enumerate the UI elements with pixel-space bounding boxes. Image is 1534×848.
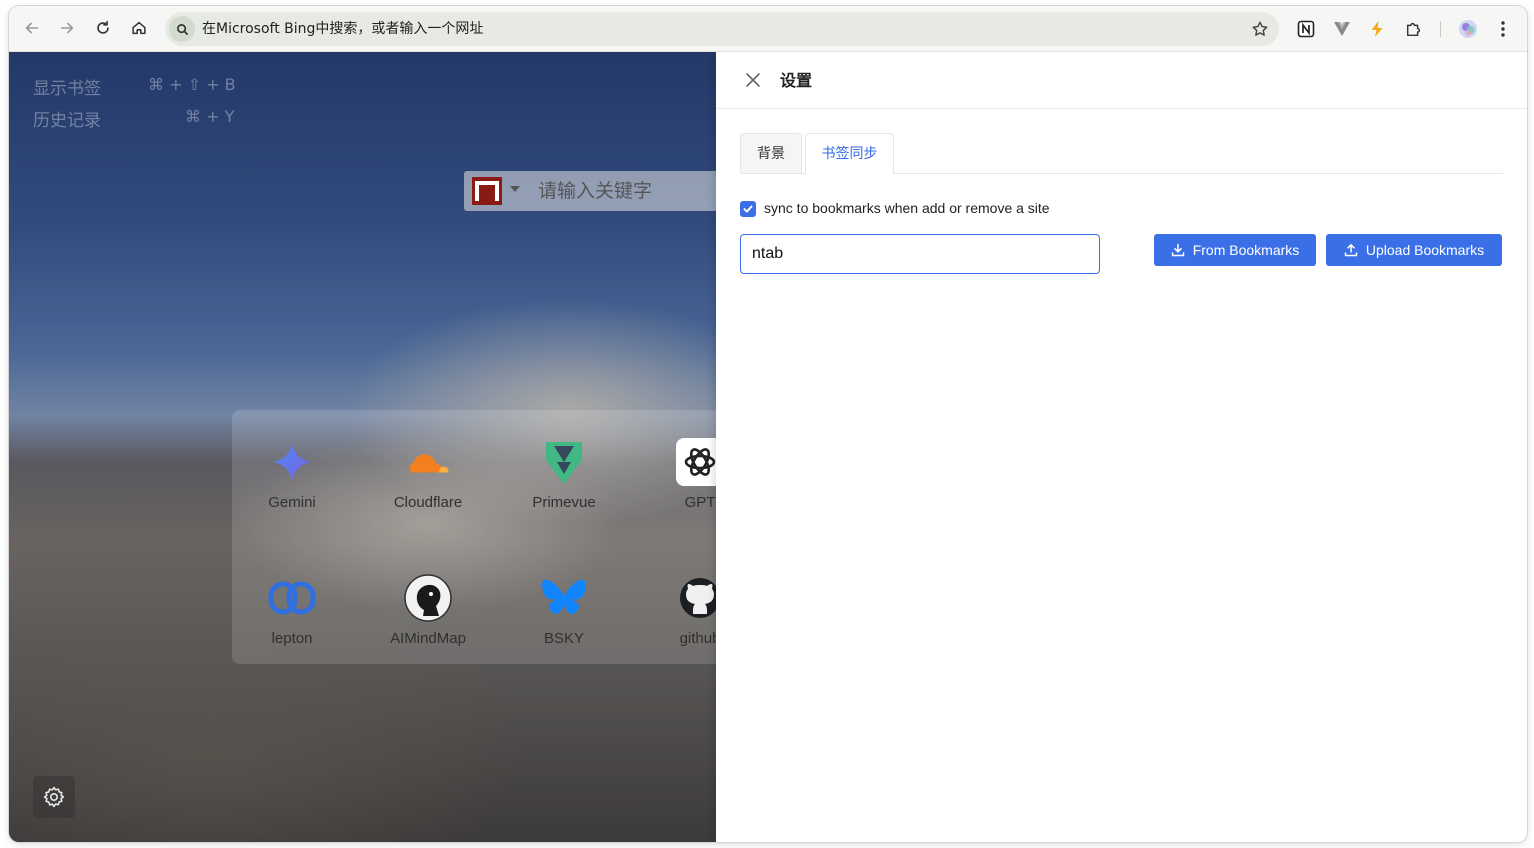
forward-icon[interactable] [54,15,80,41]
aimindmap-icon [404,574,452,622]
upload-icon [1344,243,1358,257]
site-tile-aimindmap[interactable]: AIMindMap [368,546,488,656]
shortcut-history[interactable]: 历史记录 [33,106,101,131]
site-grid: Gemini Cloudflare Primevue GPT lepton AI… [232,410,732,664]
browser-window: 在Microsoft Bing中搜索，或者输入一个网址 显示书签 ⌘ + ⇧ + [9,6,1527,842]
notion-extension-icon[interactable] [1295,18,1317,40]
site-label: AIMindMap [390,630,466,647]
newtab-search-box[interactable]: 请输入关键字 [464,171,724,211]
site-label: BSKY [543,630,585,647]
close-icon[interactable] [744,71,762,89]
site-tile-cloudflare[interactable]: Cloudflare [368,410,488,520]
site-tile-bsky[interactable]: BSKY [504,546,624,656]
download-icon [1171,243,1185,257]
tab-background[interactable]: 背景 [740,133,802,174]
settings-drawer: 设置 背景 书签同步 sync to bookmarks when add or… [716,52,1527,842]
site-tile-gemini[interactable]: Gemini [232,410,352,520]
primevue-icon [540,438,588,486]
toolbar-separator [1440,21,1441,37]
bookmark-star-icon[interactable] [1251,20,1269,38]
site-tile-lepton[interactable]: lepton [232,546,352,656]
shortcut-key-bookmarks: ⌘ + ⇧ + B [148,75,236,94]
reload-icon[interactable] [90,15,116,41]
sync-checkbox[interactable] [740,201,756,217]
lepton-icon [268,574,316,622]
address-placeholder: 在Microsoft Bing中搜索，或者输入一个网址 [202,21,484,37]
from-bookmarks-label: From Bookmarks [1192,242,1300,258]
more-menu-icon[interactable] [1492,18,1514,40]
profile-avatar-icon[interactable] [1457,18,1479,40]
drawer-title: 设置 [780,71,813,90]
drawer-header: 设置 [716,52,1527,109]
search-engine-logo-icon[interactable] [472,177,502,205]
upload-bookmarks-button[interactable]: Upload Bookmarks [1326,234,1502,266]
address-bar[interactable]: 在Microsoft Bing中搜索，或者输入一个网址 [165,12,1279,46]
tab-bookmark-sync[interactable]: 书签同步 [805,133,894,175]
site-tile-primevue[interactable]: Primevue [504,410,624,520]
lightning-extension-icon[interactable] [1366,18,1388,40]
site-label: Cloudflare [393,494,463,511]
site-label: Primevue [532,494,596,511]
home-icon[interactable] [126,15,152,41]
back-icon[interactable] [19,15,45,41]
gear-icon [42,785,66,809]
newtab-page: 显示书签 ⌘ + ⇧ + B 历史记录 ⌘ + Y 请输入关键字 Gemini … [9,52,1527,842]
vue-devtools-icon[interactable] [1331,18,1353,40]
search-icon [169,16,195,42]
bluesky-icon [540,574,588,622]
settings-gear-button[interactable] [33,776,75,818]
browser-toolbar: 在Microsoft Bing中搜索，或者输入一个网址 [9,6,1527,52]
sync-checkbox-label: sync to bookmarks when add or remove a s… [764,200,1050,216]
settings-tabs: 背景 书签同步 [740,133,1503,175]
upload-bookmarks-label: Upload Bookmarks [1365,242,1485,258]
shortcut-key-history: ⌘ + Y [185,107,235,126]
search-placeholder: 请输入关键字 [538,180,653,202]
chevron-down-icon[interactable] [510,186,520,192]
puzzle-extensions-icon[interactable] [1403,18,1425,40]
gemini-icon [268,438,316,486]
cloudflare-icon [404,438,452,486]
site-label: lepton [271,630,313,647]
site-label: Gemini [268,494,316,511]
from-bookmarks-button[interactable]: From Bookmarks [1154,234,1316,266]
bookmark-folder-input[interactable] [740,234,1100,274]
shortcut-show-bookmarks[interactable]: 显示书签 [33,74,101,99]
